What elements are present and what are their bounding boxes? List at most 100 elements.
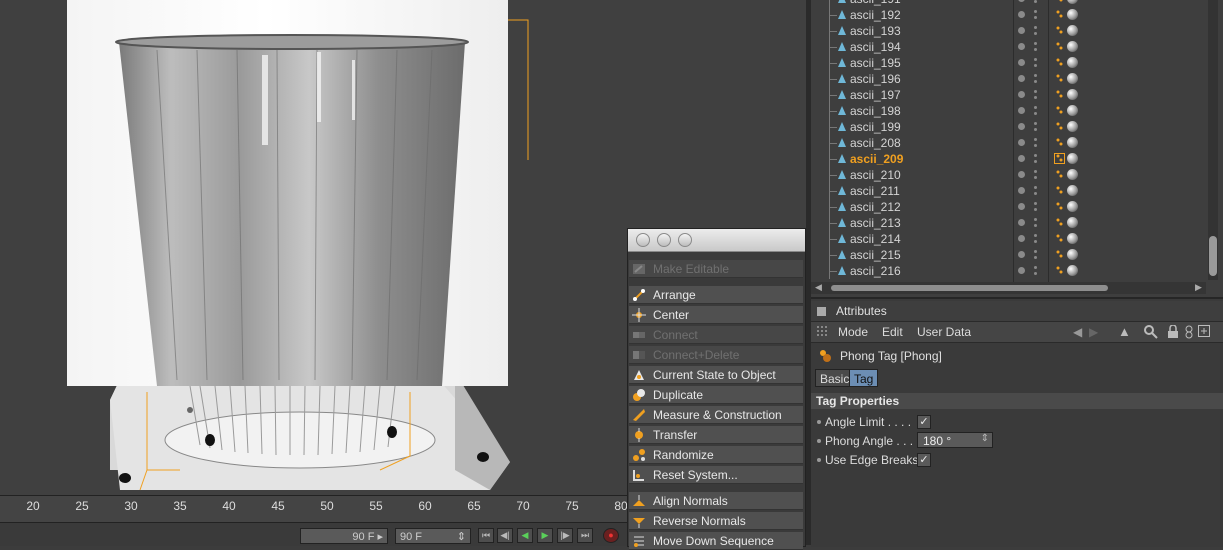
object-row[interactable]: ascii_210	[811, 167, 1206, 183]
transfer-item[interactable]: Transfer	[629, 426, 803, 444]
render-dot-icon[interactable]	[1034, 90, 1037, 93]
render-dot-icon[interactable]	[1034, 0, 1037, 3]
menu-user-data[interactable]: User Data	[917, 325, 971, 339]
material-tag-icon[interactable]	[1067, 137, 1078, 148]
object-name[interactable]: ascii_209	[850, 152, 903, 166]
object-name[interactable]: ascii_208	[850, 136, 901, 150]
scroll-thumb[interactable]	[1209, 236, 1217, 276]
visibility-dot-icon[interactable]	[1018, 187, 1025, 194]
object-name[interactable]: ascii_192	[850, 8, 901, 22]
render-dot-icon[interactable]	[1034, 192, 1037, 195]
param-bullet-icon[interactable]	[817, 458, 821, 462]
render-dot-icon[interactable]	[1034, 218, 1037, 221]
material-tag-icon[interactable]	[1067, 153, 1078, 164]
material-tag-icon[interactable]	[1067, 121, 1078, 132]
render-dot-icon[interactable]	[1034, 96, 1037, 99]
render-dot-icon[interactable]	[1034, 16, 1037, 19]
material-tag-icon[interactable]	[1067, 105, 1078, 116]
visibility-dot-icon[interactable]	[1018, 107, 1025, 114]
phong-tag-icon[interactable]	[1054, 233, 1065, 244]
render-dot-icon[interactable]	[1034, 26, 1037, 29]
visibility-dot-icon[interactable]	[1018, 203, 1025, 210]
object-name[interactable]: ascii_195	[850, 56, 901, 70]
visibility-dot-icon[interactable]	[1018, 59, 1025, 66]
new-panel-icon[interactable]	[1198, 325, 1210, 337]
object-name[interactable]: ascii_216	[850, 264, 901, 278]
phong-tag-icon[interactable]	[1054, 105, 1065, 116]
visibility-dot-icon[interactable]	[1018, 0, 1025, 2]
render-dot-icon[interactable]	[1034, 138, 1037, 141]
material-tag-icon[interactable]	[1067, 169, 1078, 180]
phong-tag-icon[interactable]	[1054, 0, 1065, 4]
object-row[interactable]: ascii_208	[811, 135, 1206, 151]
end-frame-field[interactable]: 90 F ▸	[300, 528, 388, 544]
render-dot-icon[interactable]	[1034, 112, 1037, 115]
object-row[interactable]: ascii_213	[811, 215, 1206, 231]
render-dot-icon[interactable]	[1034, 250, 1037, 253]
visibility-dot-icon[interactable]	[1018, 43, 1025, 50]
visibility-dot-icon[interactable]	[1018, 155, 1025, 162]
render-dot-icon[interactable]	[1034, 224, 1037, 227]
panel-grip-icon[interactable]	[817, 307, 826, 316]
object-row[interactable]: ascii_211	[811, 183, 1206, 199]
measure-item[interactable]: Measure & Construction	[629, 406, 803, 424]
phong-tag-icon[interactable]	[1054, 41, 1065, 52]
visibility-dot-icon[interactable]	[1018, 27, 1025, 34]
material-tag-icon[interactable]	[1067, 9, 1078, 20]
visibility-dot-icon[interactable]	[1018, 267, 1025, 274]
visibility-dot-icon[interactable]	[1018, 219, 1025, 226]
go-to-start-icon[interactable]: ⏮	[478, 528, 494, 543]
object-name[interactable]: ascii_215	[850, 248, 901, 262]
render-dot-icon[interactable]	[1034, 32, 1037, 35]
visibility-dot-icon[interactable]	[1018, 123, 1025, 130]
scroll-right-icon[interactable]: ▶	[1195, 282, 1202, 293]
arrange-item[interactable]: Arrange	[629, 286, 803, 304]
visibility-dot-icon[interactable]	[1018, 75, 1025, 82]
current-state-item[interactable]: Current State to Object	[629, 366, 803, 384]
align-normals-item[interactable]: Align Normals	[629, 492, 803, 510]
phong-tag-icon[interactable]	[1054, 25, 1065, 36]
reverse-normals-item[interactable]: Reverse Normals	[629, 512, 803, 530]
stepper-arrows-icon[interactable]: ⇕	[981, 433, 989, 444]
menu-edit[interactable]: Edit	[882, 325, 903, 339]
material-tag-icon[interactable]	[1067, 41, 1078, 52]
object-row[interactable]: ascii_193	[811, 23, 1206, 39]
render-dot-icon[interactable]	[1034, 64, 1037, 67]
phong-tag-icon[interactable]	[1054, 9, 1065, 20]
phong-tag-icon[interactable]	[1054, 201, 1065, 212]
menu-mode[interactable]: Mode	[838, 325, 868, 339]
phong-tag-icon[interactable]	[1054, 89, 1065, 100]
visibility-dot-icon[interactable]	[1018, 251, 1025, 258]
phong-tag-icon[interactable]	[1054, 121, 1065, 132]
phong-tag-icon[interactable]	[1054, 73, 1065, 84]
object-row[interactable]: ascii_196	[811, 71, 1206, 87]
render-dot-icon[interactable]	[1034, 234, 1037, 237]
material-tag-icon[interactable]	[1067, 233, 1078, 244]
object-row[interactable]: ascii_209	[811, 151, 1206, 167]
object-name[interactable]: ascii_212	[850, 200, 901, 214]
object-name[interactable]: ascii_214	[850, 232, 901, 246]
phong-tag-icon[interactable]	[1054, 153, 1065, 164]
render-dot-icon[interactable]	[1034, 10, 1037, 13]
zoom-window-icon[interactable]	[678, 233, 692, 247]
minimize-window-icon[interactable]	[657, 233, 671, 247]
prev-frame-icon[interactable]: ◀	[517, 528, 533, 543]
visibility-dot-icon[interactable]	[1018, 171, 1025, 178]
close-window-icon[interactable]	[636, 233, 650, 247]
object-name[interactable]: ascii_193	[850, 24, 901, 38]
object-row[interactable]: ascii_198	[811, 103, 1206, 119]
play-icon[interactable]: ▶	[537, 528, 553, 543]
phong-tag-icon[interactable]	[1054, 265, 1065, 276]
object-row[interactable]: ascii_215	[811, 247, 1206, 263]
visibility-dot-icon[interactable]	[1018, 11, 1025, 18]
next-key-icon[interactable]: |▶	[557, 528, 573, 543]
lock-icon[interactable]	[1167, 325, 1179, 339]
render-dot-icon[interactable]	[1034, 272, 1037, 275]
visibility-dot-icon[interactable]	[1018, 139, 1025, 146]
param-bullet-icon[interactable]	[817, 439, 821, 443]
center-item[interactable]: Center	[629, 306, 803, 324]
render-dot-icon[interactable]	[1034, 106, 1037, 109]
go-to-end-icon[interactable]: ⏭	[577, 528, 593, 543]
render-dot-icon[interactable]	[1034, 74, 1037, 77]
material-tag-icon[interactable]	[1067, 265, 1078, 276]
